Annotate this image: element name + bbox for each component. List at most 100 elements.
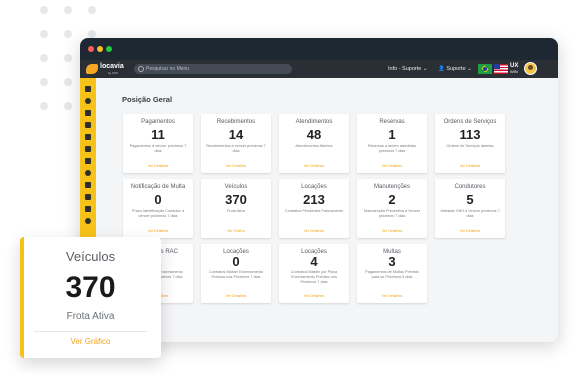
decorative-dot bbox=[64, 102, 72, 110]
sidebar-alert-icon[interactable] bbox=[85, 170, 91, 176]
decorative-dot bbox=[40, 30, 48, 38]
card-description: Validade CNH a Vencer próximos 7 dias bbox=[440, 209, 500, 218]
card-description: Ordens de Serviços abertas bbox=[446, 144, 494, 148]
card-value: 2 bbox=[388, 192, 396, 207]
info-suporte-menu[interactable]: Info - Suporte ⌄ bbox=[388, 65, 427, 73]
card-title: Notificação de Multa bbox=[130, 184, 186, 190]
card-title: Ordens de Serviços bbox=[443, 119, 497, 125]
card-value: 48 bbox=[306, 127, 322, 142]
zoom-card-divider bbox=[34, 331, 147, 332]
sidebar-info-icon[interactable] bbox=[85, 218, 91, 224]
dashboard-card[interactable]: Pagamentos 11 Pagamentos a vencer próximos… bbox=[123, 114, 193, 173]
card-value: 1 bbox=[388, 127, 396, 142]
card-link[interactable]: Ver Detalhes bbox=[357, 294, 427, 299]
card-description: Recebimentos a vencer próximos 7 dias bbox=[206, 144, 266, 153]
card-link[interactable]: Ver Detalhes bbox=[123, 229, 193, 234]
sidebar-filter-icon[interactable] bbox=[85, 146, 91, 152]
card-link[interactable]: Ver Detalhes bbox=[123, 164, 193, 169]
card-title: Reservas bbox=[379, 119, 405, 125]
logo-subtitle: by XXX bbox=[108, 71, 119, 75]
dashboard-card[interactable]: Ordens de Serviços 113 Ordens de Serviços … bbox=[435, 114, 505, 173]
locavia-logo[interactable]: locavia by XXX bbox=[86, 63, 124, 75]
card-title: Condutores bbox=[454, 184, 486, 190]
dashboard-card[interactable]: Multas 3 Pagamentos de Multas Previsto par… bbox=[357, 244, 427, 303]
brazil-flag-globe bbox=[483, 67, 487, 71]
dashboard-card[interactable]: Reservas 1 Reservas a serem atendidas próx… bbox=[357, 114, 427, 173]
minimize-window-button[interactable] bbox=[97, 46, 103, 52]
dashboard-card[interactable]: Atendimentos 48 Atendimentos Abertos Ver De… bbox=[279, 114, 349, 173]
card-description: Contratos Master por Placa Encerramento … bbox=[290, 270, 338, 284]
card-link[interactable]: Ver Detalhes bbox=[201, 294, 271, 299]
card-title: Recebimentos bbox=[216, 119, 256, 125]
sidebar-finance-icon[interactable] bbox=[85, 98, 91, 104]
stage: locavia by XXX Pesquisar no Menu Info - … bbox=[0, 0, 580, 374]
card-link[interactable]: Ver Gráfico bbox=[201, 229, 271, 234]
suporte-user-menu[interactable]: 👤 Suporte ⌄ bbox=[438, 65, 472, 73]
menu-search-input[interactable]: Pesquisar no Menu bbox=[134, 64, 292, 74]
dashboard-card[interactable]: Veículos 370 Frota Ativa Ver Gráfico bbox=[201, 179, 271, 238]
card-value: 11 bbox=[151, 127, 165, 142]
card-link[interactable]: Ver Detalhes bbox=[357, 229, 427, 234]
card-title: Manutenções bbox=[373, 184, 411, 190]
card-description: Prazo Identificação Condutor a vencer pr… bbox=[131, 209, 185, 218]
dashboard-card[interactable]: Locações 4 Contratos Master por Placa Ence… bbox=[279, 244, 349, 303]
decorative-dot bbox=[64, 6, 72, 14]
decorative-dot bbox=[88, 6, 96, 14]
usa-flag-icon[interactable] bbox=[494, 64, 508, 74]
sidebar-document-icon[interactable] bbox=[85, 158, 91, 164]
dashboard-card[interactable]: Condutores 5 Validade CNH a Vencer próximo… bbox=[435, 179, 505, 238]
win-label: WIN bbox=[510, 69, 518, 74]
card-link[interactable]: Ver Detalhes bbox=[279, 294, 349, 299]
sidebar-phone-icon[interactable] bbox=[85, 110, 91, 116]
window-titlebar bbox=[80, 38, 558, 60]
sidebar-users-icon[interactable] bbox=[85, 134, 91, 140]
card-link[interactable]: Ver Detalhes bbox=[435, 229, 505, 234]
dashboard-card[interactable]: Notificação de Multa 0 Prazo Identificação… bbox=[123, 179, 193, 238]
card-description: Frota Ativa bbox=[226, 209, 246, 213]
decorative-dot bbox=[64, 54, 72, 62]
dashboard-card[interactable]: Locações 0 Contratos Master Encerramento P… bbox=[201, 244, 271, 303]
dashboard-card[interactable]: Locações 213 Contratos Pendentes Faturamen… bbox=[279, 179, 349, 238]
dashboard-card[interactable]: Recebimentos 14 Recebimentos a vencer próx… bbox=[201, 114, 271, 173]
card-value: 0 bbox=[154, 192, 162, 207]
decorative-dot bbox=[88, 30, 96, 38]
close-window-button[interactable] bbox=[88, 46, 94, 52]
ver-grafico-link[interactable]: Ver Gráfico bbox=[20, 337, 161, 347]
card-link[interactable]: Ver Detalhes bbox=[201, 164, 271, 169]
card-title: Atendimentos bbox=[295, 119, 333, 125]
card-title: Pagamentos bbox=[141, 119, 175, 125]
zoomed-vehicle-card[interactable]: Veículos 370 Frota Ativa Ver Gráfico bbox=[20, 237, 161, 358]
card-link[interactable]: Ver Detalhes bbox=[279, 164, 349, 169]
zoom-card-value: 370 bbox=[65, 271, 116, 304]
user-avatar[interactable] bbox=[524, 62, 537, 75]
decorative-dot bbox=[40, 54, 48, 62]
sidebar-car-icon[interactable] bbox=[85, 194, 91, 200]
card-description: Pagamentos a vencer próximos 7 dias bbox=[129, 144, 187, 153]
card-description: Contratos Pendentes Faturamento bbox=[284, 209, 344, 213]
card-title: Veículos bbox=[224, 184, 248, 190]
decorative-dot bbox=[40, 78, 48, 86]
sidebar-truck-icon[interactable] bbox=[85, 182, 91, 188]
card-title: Locações bbox=[301, 184, 327, 190]
card-description: Pagamentos de Multas Previsto para os Pr… bbox=[365, 270, 419, 279]
card-link[interactable]: Ver Detalhes bbox=[435, 164, 505, 169]
card-value: 5 bbox=[466, 192, 474, 207]
zoom-card-description: Frota Ativa bbox=[66, 311, 115, 322]
card-value: 3 bbox=[388, 254, 396, 269]
sidebar-settings-icon[interactable] bbox=[85, 206, 91, 212]
card-value: 370 bbox=[225, 192, 247, 207]
app-header: locavia by XXX Pesquisar no Menu Info - … bbox=[80, 60, 558, 78]
dashboard-card[interactable]: Manutenções 2 Manutenção Preventiva a Venc… bbox=[357, 179, 427, 238]
zoom-card-title: Veículos bbox=[65, 249, 116, 264]
ux-win-logo[interactable]: UX WIN bbox=[510, 63, 524, 75]
card-description: Manutenção Preventiva a Vencer próximos … bbox=[364, 209, 420, 218]
sidebar-building-icon[interactable] bbox=[85, 122, 91, 128]
card-link[interactable]: Ver Detalhes bbox=[279, 229, 349, 234]
brazil-flag-icon[interactable] bbox=[478, 64, 492, 74]
card-link[interactable]: Ver Detalhes bbox=[357, 164, 427, 169]
maximize-window-button[interactable] bbox=[106, 46, 112, 52]
sidebar-dashboard-icon[interactable] bbox=[85, 86, 91, 92]
search-placeholder: Pesquisar no Menu bbox=[146, 66, 190, 72]
decorative-dot bbox=[64, 30, 72, 38]
logo-name: locavia bbox=[100, 63, 124, 70]
